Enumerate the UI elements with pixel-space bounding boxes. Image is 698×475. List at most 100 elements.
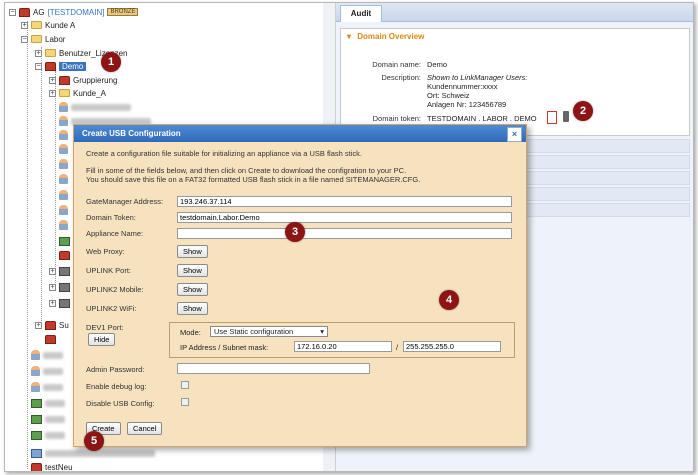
admin-password-input[interactable] [177, 363, 370, 374]
create-usb-dialog: Create USB Configuration × Create a conf… [73, 124, 527, 447]
description-line: Ort: Schweiz [427, 91, 470, 100]
tree-node-testneu[interactable]: testNeu [31, 461, 73, 471]
user-icon [59, 130, 68, 140]
tree-node-site[interactable] [59, 249, 70, 261]
user-icon [59, 174, 68, 184]
gatemanager-address-input[interactable] [177, 196, 512, 207]
step-marker-3: 3 [285, 222, 305, 242]
collapse-icon[interactable]: − [9, 8, 16, 16]
tree-node-device[interactable] [31, 413, 65, 425]
user-icon [59, 144, 68, 154]
debug-log-label: Enable debug log: [86, 382, 147, 391]
tab-audit[interactable]: Audit [340, 5, 382, 22]
folder-icon [45, 49, 56, 57]
tree-node-appliance[interactable]: + [49, 281, 70, 293]
tree-node-user[interactable] [59, 129, 68, 141]
tree-node-user[interactable] [59, 143, 68, 155]
site-icon [45, 334, 56, 344]
tree-node-device[interactable] [31, 397, 65, 409]
tree-node-label: AG [33, 7, 45, 17]
tree-node-root[interactable]: − AG [TESTDOMAIN] BRONZE [9, 6, 139, 18]
tree-node-label: testNeu [45, 462, 73, 472]
folder-open-icon [31, 35, 42, 43]
uplink-port-label: UPLINK Port: [86, 266, 132, 275]
tree-node-device[interactable] [59, 235, 70, 247]
uplink2-wifi-label: UPLINK2 WiFi: [86, 304, 137, 313]
dev1-port-label: DEV1 Port: [86, 323, 124, 332]
tree-node-user[interactable] [59, 158, 68, 170]
debug-log-checkbox[interactable] [181, 381, 189, 389]
tree-node-user[interactable] [31, 349, 63, 361]
tree-node-user[interactable] [31, 365, 63, 377]
disable-usb-checkbox[interactable] [181, 398, 189, 406]
expand-icon[interactable]: + [49, 89, 56, 97]
tree-node-label: Labor [45, 34, 66, 44]
expand-icon[interactable]: + [35, 49, 42, 57]
triangle-down-icon: ▾ [347, 32, 352, 41]
tree-node-kunde-a2[interactable]: + Kunde_A [49, 87, 106, 99]
expand-icon[interactable]: + [49, 283, 56, 291]
disable-usb-label: Disable USB Config: [86, 399, 155, 408]
appliance-icon [59, 266, 70, 276]
appliance-name-label: Appliance Name: [86, 229, 144, 238]
close-icon[interactable]: × [507, 127, 522, 142]
collapse-icon[interactable]: − [21, 35, 28, 43]
tree-node-user[interactable] [59, 204, 68, 216]
tree-line [55, 71, 56, 291]
expand-icon[interactable]: + [21, 21, 28, 29]
tree-node-device[interactable] [45, 333, 56, 345]
tree-node-appliance[interactable]: + [49, 297, 70, 309]
tree-node-label: Gruppierung [73, 75, 118, 85]
mode-select[interactable]: Use Static configuration ▾ [210, 326, 328, 337]
ip-address-input[interactable] [294, 341, 392, 352]
usb-stick-icon[interactable] [563, 111, 569, 122]
tree-node-su[interactable]: + Su [35, 319, 69, 331]
expand-icon[interactable]: + [49, 267, 56, 275]
tree-node-user[interactable] [31, 381, 63, 393]
cancel-button[interactable]: Cancel [127, 422, 163, 435]
uplink-port-show-button[interactable]: Show [177, 264, 208, 277]
dialog-title-bar[interactable]: Create USB Configuration × [74, 125, 526, 142]
uplink2-mobile-show-button[interactable]: Show [177, 283, 208, 296]
redacted-text [45, 399, 65, 407]
redacted-text [43, 383, 63, 391]
tree-node-user[interactable] [59, 173, 68, 185]
uplink2-wifi-show-button[interactable]: Show [177, 302, 208, 315]
dialog-instructions: Fill in some of the fields below, and th… [86, 166, 407, 175]
tree-node-labor[interactable]: − Labor [21, 33, 65, 45]
tree-node-device[interactable] [31, 429, 65, 441]
web-proxy-show-button[interactable]: Show [177, 245, 208, 258]
tree-node-label: Su [59, 320, 69, 330]
dev1-hide-button[interactable]: Hide [88, 333, 116, 346]
subnet-mask-input[interactable] [403, 341, 501, 352]
tree-line [27, 21, 28, 469]
tree-node-kunde-a[interactable]: + Kunde A [21, 19, 75, 31]
description-line: Kundennummer:xxxx [427, 82, 498, 91]
tree-node-gruppierung[interactable]: + Gruppierung [49, 74, 117, 86]
domain-label: [TESTDOMAIN] [47, 7, 105, 17]
caret-down-icon: ▾ [320, 327, 324, 336]
tree-node-user[interactable] [59, 101, 131, 113]
domain-token-label: Domain token: [372, 114, 421, 123]
expand-icon[interactable]: + [49, 76, 56, 84]
expand-icon[interactable]: + [49, 299, 56, 307]
site-icon [59, 250, 70, 260]
user-icon [59, 102, 68, 112]
tree-node-user[interactable] [59, 219, 68, 231]
collapse-icon[interactable]: − [35, 62, 42, 70]
tree-node-demo[interactable]: − Demo [35, 60, 87, 72]
folder-icon [59, 89, 70, 97]
expand-icon[interactable]: + [35, 321, 42, 329]
tree-node-appliance[interactable]: + [49, 265, 70, 277]
device-icon [31, 414, 42, 424]
domain-overview-header[interactable]: ▾ Domain Overview [340, 28, 690, 46]
user-icon [59, 220, 68, 230]
domain-token-value: TESTDOMAIN . LABOR . DEMO [427, 114, 537, 123]
token-export-icon[interactable] [547, 111, 557, 124]
site-icon [59, 75, 70, 85]
tree-node-user[interactable] [59, 189, 68, 201]
domain-token-input[interactable] [177, 212, 512, 223]
redacted-text [45, 415, 65, 423]
appliance-name-input[interactable] [177, 228, 512, 239]
site-icon [45, 320, 56, 330]
